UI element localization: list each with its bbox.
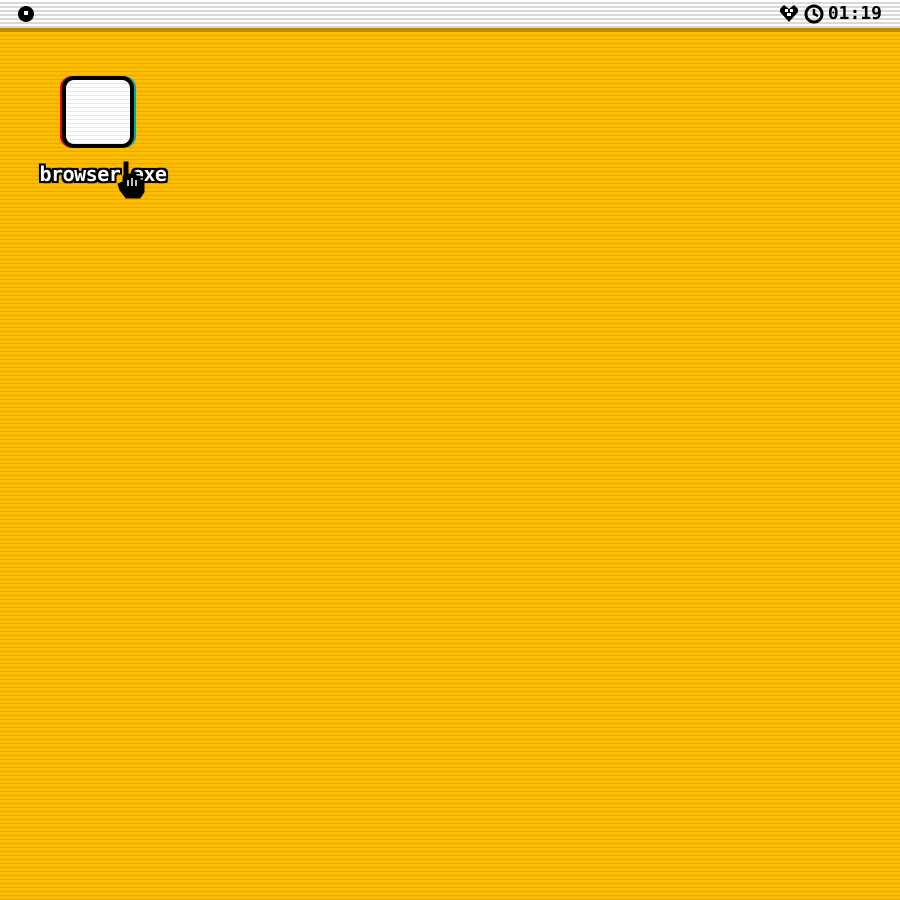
desktop-icon-label: browser.exe [39, 162, 167, 186]
system-tray: 01:19 [778, 3, 882, 25]
desktop-icon-browser[interactable]: browser.exe [26, 74, 180, 192]
clock-icon[interactable] [803, 3, 825, 25]
heart-network-icon[interactable] [778, 3, 800, 25]
clock-time[interactable]: 01:19 [828, 3, 882, 25]
menu-bar: 01:19 [0, 0, 900, 32]
blank-window-icon [62, 76, 134, 148]
os-logo-icon[interactable] [17, 5, 35, 23]
desktop[interactable]: browser.exe [0, 32, 900, 900]
